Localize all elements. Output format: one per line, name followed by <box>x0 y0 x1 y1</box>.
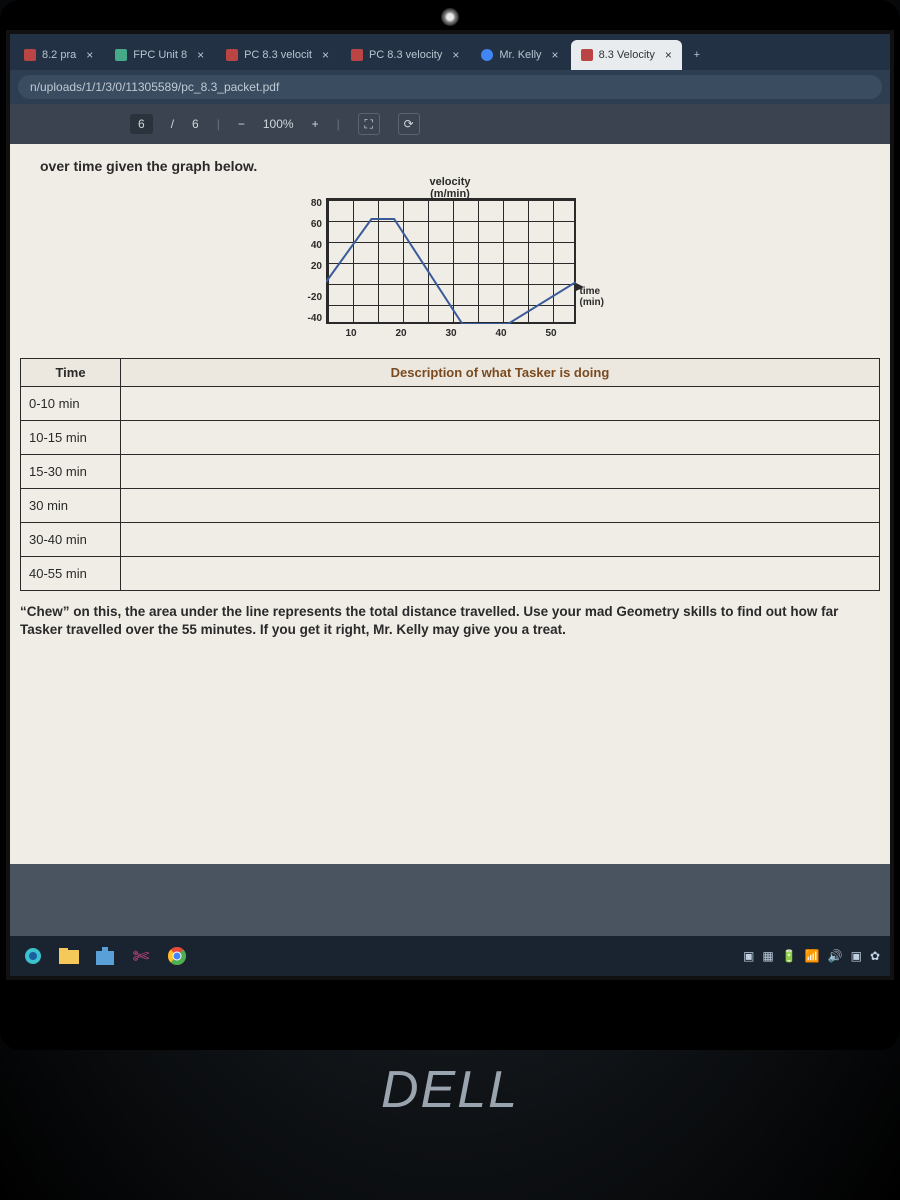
store-icon[interactable] <box>92 943 118 969</box>
tasker-table: Time Description of what Tasker is doing… <box>20 358 880 591</box>
rotate-icon[interactable]: ⟳ <box>398 113 420 135</box>
wifi-icon[interactable]: 📶 <box>805 949 820 963</box>
table-row: 40-55 min <box>21 557 880 591</box>
tab-label: FPC Unit 8 <box>133 49 187 61</box>
file-explorer-icon[interactable] <box>56 943 82 969</box>
fit-page-icon[interactable]: ⛶ <box>358 113 380 135</box>
table-row: 15-30 min <box>21 455 880 489</box>
close-icon[interactable]: × <box>197 48 204 62</box>
page-current[interactable]: 6 <box>130 114 153 134</box>
zoom-out-button[interactable]: − <box>238 117 245 131</box>
tab-0[interactable]: 8.2 pra × <box>14 40 103 70</box>
browser-tab-strip: 8.2 pra × FPC Unit 8 × PC 8.3 velocit × … <box>10 34 890 70</box>
system-tray: ▣ ▦ 🔋 📶 🔊 ▣ ✿ <box>743 949 880 963</box>
dell-logo: DELL <box>0 1060 900 1120</box>
tray-icon[interactable]: ✿ <box>870 949 880 963</box>
close-icon[interactable]: × <box>552 48 559 62</box>
battery-icon[interactable]: 🔋 <box>782 949 797 963</box>
page-total: 6 <box>192 117 199 131</box>
tab-2[interactable]: PC 8.3 velocit × <box>216 40 339 70</box>
table-row: 10-15 min <box>21 421 880 455</box>
y-ticks: 80 60 40 20 -20 -40 <box>302 198 322 324</box>
section-title: over time given the graph below. <box>20 158 880 174</box>
screen: 8.2 pra × FPC Unit 8 × PC 8.3 velocit × … <box>6 30 894 980</box>
tab-label: PC 8.3 velocity <box>369 49 442 61</box>
table-row: 0-10 min <box>21 387 880 421</box>
tab-label: 8.3 Velocity <box>599 49 655 61</box>
new-tab-button[interactable]: + <box>684 40 710 70</box>
tab-4[interactable]: Mr. Kelly × <box>471 40 568 70</box>
zoom-level[interactable]: 100% <box>263 117 294 131</box>
tab-label: Mr. Kelly <box>499 49 541 61</box>
x-axis-label: time (min) <box>580 286 604 308</box>
pdf-toolbar: 6 / 6 | − 100% + | ⛶ ⟳ <box>10 104 890 144</box>
tab-label: PC 8.3 velocit <box>244 49 312 61</box>
pdf-viewer: 6 / 6 | − 100% + | ⛶ ⟳ over time given t… <box>10 104 890 936</box>
velocity-chart: velocity (m/min) 80 60 40 20 -20 -40 <box>280 180 620 350</box>
tab-5-active[interactable]: 8.3 Velocity × <box>571 40 682 70</box>
x-ticks: 10 20 30 40 50 <box>326 328 576 339</box>
table-row: 30-40 min <box>21 523 880 557</box>
zoom-in-button[interactable]: + <box>312 117 319 131</box>
volume-icon[interactable]: 🔊 <box>828 949 843 963</box>
close-icon[interactable]: × <box>322 48 329 62</box>
url-field[interactable]: n/uploads/1/1/3/0/11305589/pc_8.3_packet… <box>18 75 882 99</box>
close-icon[interactable]: × <box>665 48 672 62</box>
tray-icon[interactable]: ▣ <box>743 949 754 963</box>
taskbar: ✄ ▣ ▦ 🔋 📶 🔊 ▣ ✿ <box>10 936 890 976</box>
table-row: 30 min <box>21 489 880 523</box>
col-time: Time <box>21 359 121 387</box>
snip-icon[interactable]: ✄ <box>128 943 154 969</box>
url-text: n/uploads/1/1/3/0/11305589/pc_8.3_packet… <box>30 80 279 94</box>
divider: | <box>217 117 220 131</box>
edge-icon[interactable] <box>20 943 46 969</box>
address-bar: n/uploads/1/1/3/0/11305589/pc_8.3_packet… <box>10 70 890 104</box>
webcam <box>441 8 459 26</box>
chew-paragraph: “Chew” on this, the area under the line … <box>20 603 880 639</box>
divider: | <box>337 117 340 131</box>
chart-series-line <box>326 198 576 324</box>
pdf-page: over time given the graph below. velocit… <box>10 144 890 864</box>
col-description: Description of what Tasker is doing <box>121 359 880 387</box>
close-icon[interactable]: × <box>86 48 93 62</box>
page-sep: / <box>171 117 174 131</box>
tab-1[interactable]: FPC Unit 8 × <box>105 40 214 70</box>
close-icon[interactable]: × <box>452 48 459 62</box>
chrome-icon[interactable] <box>164 943 190 969</box>
laptop-frame: 8.2 pra × FPC Unit 8 × PC 8.3 velocit × … <box>0 0 900 1050</box>
tab-label: 8.2 pra <box>42 49 76 61</box>
tray-icon[interactable]: ▣ <box>851 949 862 963</box>
y-axis-label: velocity (m/min) <box>430 176 471 200</box>
tab-3[interactable]: PC 8.3 velocity × <box>341 40 469 70</box>
tray-icon[interactable]: ▦ <box>762 949 773 963</box>
